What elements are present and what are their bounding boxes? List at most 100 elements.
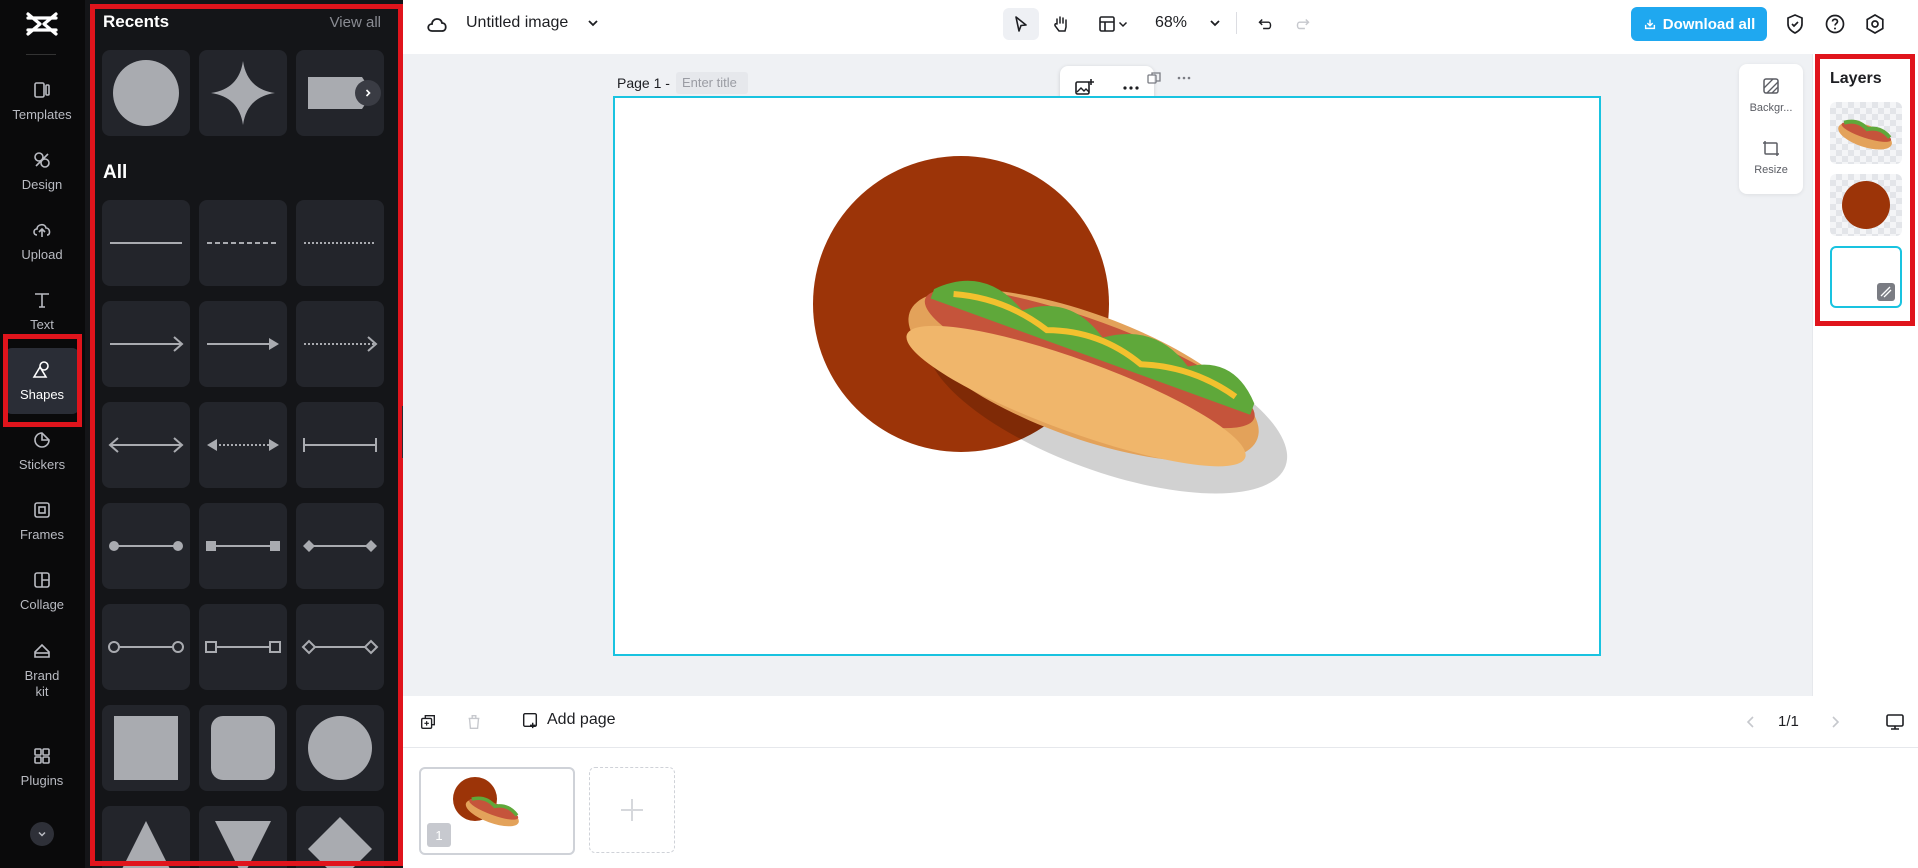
zoom-chevron-down-icon[interactable] [1208,16,1222,35]
shape-tile-triangle[interactable] [102,806,190,868]
chevron-left-icon[interactable] [1743,714,1759,730]
rail-item-templates[interactable]: Templates [4,68,80,134]
background-icon [1763,78,1779,94]
shape-tile-open-dot-line[interactable] [102,604,190,690]
download-all-button[interactable]: Download all [1631,7,1767,41]
rail-item-brand-kit[interactable]: Brand kit [4,632,80,708]
page-counter: 1/1 [1778,713,1799,730]
cloud-save-icon[interactable] [425,13,449,42]
app-window: Templates Design Upload Text Shapes Stic… [0,0,1918,868]
shield-icon[interactable] [1783,12,1807,36]
shape-tile-open-diamond-line[interactable] [296,604,384,690]
rail-divider [26,54,56,55]
duplicate-page-button-icon[interactable] [419,713,437,731]
add-page-button[interactable]: Add page [521,711,616,729]
background-layer-icon [1877,283,1895,301]
view-all-link[interactable]: View all [330,14,381,31]
thumbnail-number: 1 [427,823,451,847]
recents-heading: Recents [103,12,170,31]
hotdog-thumbnail [1838,119,1892,150]
shape-tile-dashed-line[interactable] [199,200,287,286]
shape-tile-inverted-triangle[interactable] [199,806,287,868]
shape-tile-bar-line[interactable] [296,402,384,488]
add-page-thumbnail[interactable] [589,767,675,853]
text-icon [35,293,49,308]
hand-tool-button[interactable] [1043,8,1079,40]
brand-kit-icon [34,643,50,658]
page-more-icon[interactable] [1176,70,1192,86]
shape-tile-arrow-line[interactable] [102,301,190,387]
capcut-logo-icon[interactable] [24,10,60,38]
duplicate-page-icon[interactable] [1146,70,1162,86]
page-thumbnails: 1 [403,748,1918,868]
rail-item-label: Design [21,177,63,192]
layer-hotdog[interactable] [1830,102,1902,164]
design-canvas[interactable] [613,96,1601,656]
redo-button[interactable] [1289,8,1319,40]
chevron-down-icon [38,831,46,837]
page-thumbnail-1[interactable]: 1 [419,767,575,855]
select-tool-button[interactable] [1003,8,1039,40]
hand-icon [1054,16,1067,32]
shape-tile-star[interactable] [199,50,287,136]
layout-icon [1099,16,1115,32]
rail-item-stickers[interactable]: Stickers [4,418,80,484]
chevron-down-icon [1118,21,1128,28]
rail-item-frames[interactable]: Frames [4,488,80,554]
undo-button[interactable] [1249,8,1279,40]
rail-item-collage[interactable]: Collage [4,558,80,624]
toolbar-divider [1236,12,1237,34]
upload-icon [33,223,51,237]
layers-heading: Layers [1830,70,1882,87]
canvas-workspace: Page 1 - Enter title [403,54,1812,696]
layout-tool-button[interactable] [1091,8,1135,40]
shape-tile-square[interactable] [102,705,190,791]
download-icon [1644,19,1655,30]
document-title[interactable]: Untitled image [466,14,568,32]
shape-tile-double-arrow[interactable] [102,402,190,488]
shape-tile-square-line[interactable] [199,503,287,589]
add-page-icon [522,712,538,729]
recents-next-button[interactable] [355,80,381,106]
help-icon[interactable] [1823,12,1847,36]
chevron-down-icon[interactable] [586,16,600,35]
cursor-icon [1015,16,1027,32]
zoom-level[interactable]: 68% [1155,14,1187,32]
shape-tile-double-arrow-dotted[interactable] [199,402,287,488]
layers-panel: Layers [1812,54,1918,696]
shape-tile-dotted-line[interactable] [296,200,384,286]
rail-item-label: Templates [12,107,72,122]
shape-tile-open-square-line[interactable] [199,604,287,690]
delete-page-icon[interactable] [465,713,483,731]
rail-item-plugins[interactable]: Plugins [4,734,80,800]
resize-button[interactable]: Resize [1739,126,1803,188]
present-icon[interactable] [1885,712,1905,732]
shape-tile-circle-large[interactable] [296,705,384,791]
layer-circle[interactable] [1830,174,1902,236]
hotdog-image[interactable] [877,226,1317,506]
shape-tile-solid-line[interactable] [102,200,190,286]
circle-thumbnail [1842,181,1890,229]
shape-tile-arrow-dotted[interactable] [296,301,384,387]
shape-tile-diamond[interactable] [296,806,384,868]
background-button[interactable]: Backgr... [1739,64,1803,126]
rail-item-label: Brand kit [24,668,60,699]
chevron-right-icon[interactable] [1827,714,1843,730]
rail-item-design[interactable]: Design [4,138,80,204]
page-number-label: Page 1 - [617,75,670,91]
gear-icon[interactable] [1863,12,1887,36]
templates-icon [34,82,50,98]
shape-tile-rounded-square[interactable] [199,705,287,791]
page-title-input[interactable]: Enter title [675,72,748,94]
rail-expand-button[interactable] [30,822,54,846]
shape-tile-diamond-line[interactable] [296,503,384,589]
background-label: Backgr... [1749,102,1793,114]
side-tools-panel: Backgr... Resize [1739,64,1803,194]
shape-tile-arrow-filled[interactable] [199,301,287,387]
shape-tile-dot-line[interactable] [102,503,190,589]
shape-tile-circle[interactable] [102,50,190,136]
layer-background[interactable] [1830,246,1902,308]
undo-icon [1258,18,1272,30]
rail-item-upload[interactable]: Upload [4,208,80,274]
collage-icon [34,572,50,588]
